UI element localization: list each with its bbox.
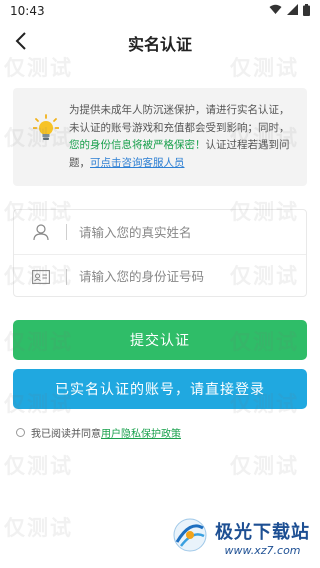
id-number-input[interactable] (79, 269, 279, 284)
brand-name: 极光下载站 (215, 521, 310, 543)
signal-icon (287, 4, 298, 18)
agreement-row: 我已阅读并同意 用户隐私保护政策 (16, 425, 181, 440)
watermark: 仅测试 (4, 454, 73, 478)
status-time: 10:43 (10, 4, 45, 18)
page-title: 实名认证 (127, 35, 192, 54)
watermark: 仅测试 (230, 454, 299, 478)
brand-watermark: 极光下载站 www.xz7.com (171, 516, 310, 558)
submit-verification-button[interactable]: 提交认证 (13, 320, 307, 360)
nav-bar: 实名认证 (0, 22, 320, 64)
real-name-input[interactable] (79, 224, 279, 240)
notice-privacy-text: 您的身份信息将被严格保密！ (69, 139, 206, 151)
wifi-icon (269, 4, 282, 18)
notice-text: 为提供未成年人防沉迷保护，请进行实名认证，未认证的账号游戏和充值都会受到影响；同… (69, 104, 290, 134)
identity-form (13, 209, 307, 297)
status-bar: 10:43 (0, 0, 320, 22)
name-row (14, 210, 306, 254)
battery-icon (303, 3, 310, 19)
divider (66, 224, 67, 240)
lightbulb-icon (32, 114, 60, 151)
brand-logo-icon (171, 516, 209, 558)
watermark: 仅测试 (4, 516, 73, 540)
agreement-text: 我已阅读并同意 (31, 429, 101, 440)
id-card-icon (30, 267, 52, 287)
user-icon (30, 222, 52, 242)
customer-service-link[interactable]: 可点击咨询客服人员 (90, 157, 185, 169)
privacy-policy-link[interactable]: 用户隐私保护政策 (101, 425, 181, 440)
id-row (14, 254, 306, 298)
agreement-radio[interactable] (16, 428, 25, 437)
brand-url: www.xz7.com (224, 543, 301, 557)
direct-login-button[interactable]: 已实名认证的账号，请直接登录 (13, 369, 307, 409)
chevron-left-icon (15, 32, 27, 54)
status-icons (269, 3, 310, 19)
divider (66, 268, 67, 285)
brand-text: 极光下载站 www.xz7.com (215, 518, 310, 557)
back-button[interactable] (6, 28, 36, 58)
notice-box: 为提供未成年人防沉迷保护，请进行实名认证，未认证的账号游戏和充值都会受到影响；同… (13, 88, 307, 186)
